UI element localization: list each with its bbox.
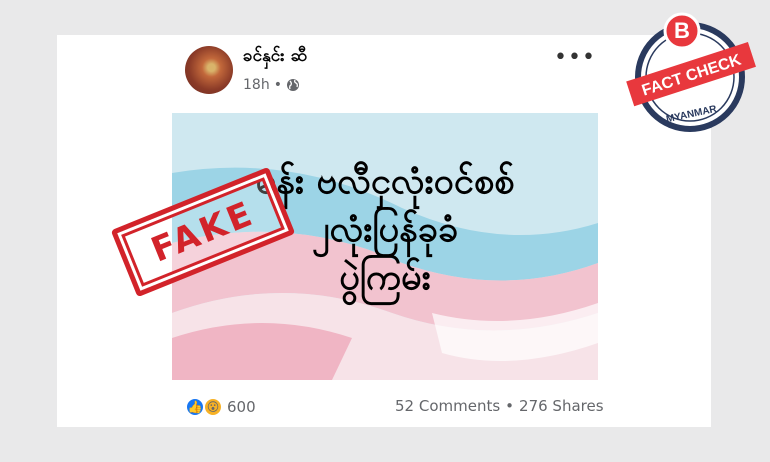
comments-count[interactable]: 52 Comments: [395, 397, 500, 415]
reactions-summary[interactable]: 👍 😮 600: [185, 397, 256, 417]
like-icon: 👍: [185, 397, 205, 417]
post-time[interactable]: 18h: [243, 77, 270, 93]
wow-icon: 😮: [203, 397, 223, 417]
post-stats: 52 Comments • 276 Shares: [395, 397, 604, 415]
post-meta: 18h •: [243, 77, 300, 93]
author-name[interactable]: ခင်နှင်း ဆီ: [243, 45, 307, 70]
fact-check-badge: B FACT CHECK MYANMAR: [626, 11, 758, 135]
caption-line: ပွဲကြမ်း: [339, 257, 431, 298]
avatar[interactable]: [185, 46, 233, 94]
stats-separator: •: [505, 397, 515, 415]
meta-separator: •: [273, 77, 282, 93]
badge-letter: B: [674, 18, 690, 43]
shares-count[interactable]: 276 Shares: [519, 397, 604, 415]
more-horizontal-icon[interactable]: •••: [554, 45, 596, 70]
globe-icon: [286, 78, 300, 92]
reaction-count: 600: [227, 398, 256, 416]
